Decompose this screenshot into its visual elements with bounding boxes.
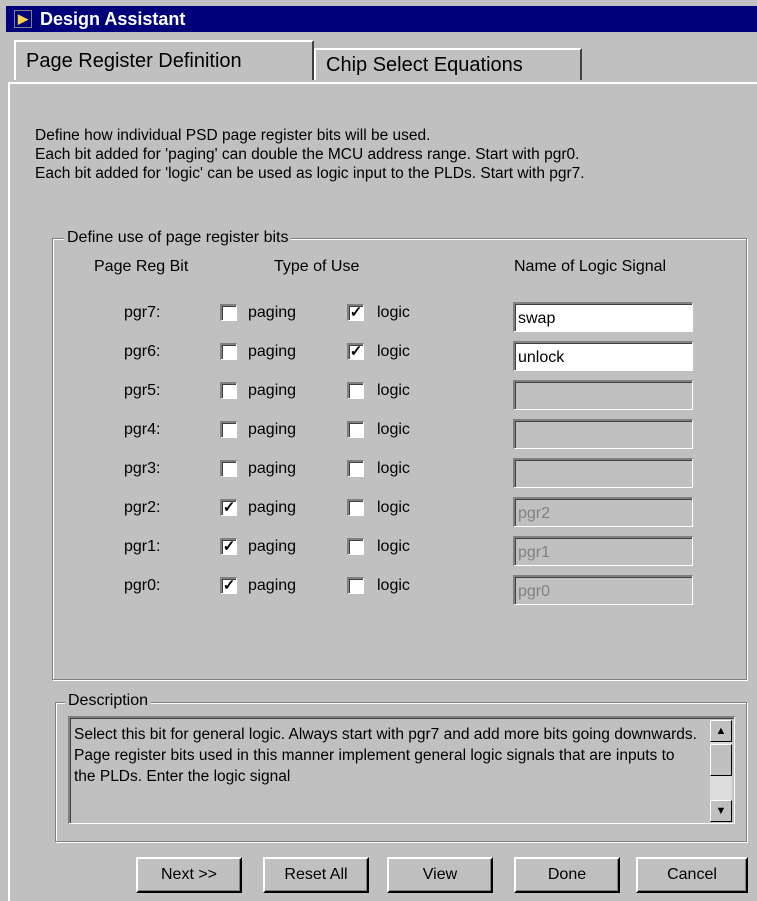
description-scrollbar[interactable]: ▲ ▼ <box>710 720 732 822</box>
bit-label: pgr4: <box>124 421 161 438</box>
bit-label: pgr6: <box>124 343 161 360</box>
bit-label: pgr7: <box>124 304 161 321</box>
bit-label: pgr2: <box>124 499 161 516</box>
intro-line: Each bit added for 'logic' can be used a… <box>35 165 585 182</box>
description-box[interactable]: Select this bit for general logic. Alway… <box>68 716 735 824</box>
tab-page-register-definition[interactable]: Page Register Definition <box>14 40 314 80</box>
view-button[interactable]: View <box>387 857 493 893</box>
bit-label: pgr3: <box>124 460 161 477</box>
design-assistant-window: ▶ Design Assistant Page Register Definit… <box>0 0 757 901</box>
paging-checkbox[interactable]: ✓ <box>220 538 237 555</box>
logic-checkbox[interactable] <box>347 499 364 516</box>
col-header-bit: Page Reg Bit <box>94 258 189 275</box>
paging-label: paging <box>248 460 297 477</box>
description-text: Select this bit for general logic. Alway… <box>74 726 697 785</box>
logic-label: logic <box>377 499 410 516</box>
paging-checkbox[interactable]: ✓ <box>220 499 237 516</box>
col-header-type: Type of Use <box>274 258 360 275</box>
intro-line: Define how individual PSD page register … <box>35 127 431 144</box>
window-title: Design Assistant <box>40 8 186 29</box>
logic-label: logic <box>377 460 410 477</box>
bit-label: pgr0: <box>124 577 161 594</box>
paging-label: paging <box>248 343 297 360</box>
paging-checkbox[interactable] <box>220 304 237 321</box>
paging-label: paging <box>248 421 297 438</box>
register-row: pgr0: ✓ paging logic pgr0 <box>0 571 757 605</box>
logic-signal-name-input[interactable] <box>513 419 693 449</box>
logic-signal-name-input[interactable]: pgr0 <box>513 575 693 605</box>
register-row: pgr6: paging ✓ logic unlock <box>0 337 757 371</box>
logic-checkbox[interactable] <box>347 382 364 399</box>
paging-checkbox[interactable] <box>220 421 237 438</box>
logic-label: logic <box>377 343 410 360</box>
logic-signal-name-input[interactable]: unlock <box>513 341 693 371</box>
register-row: pgr5: paging logic <box>0 376 757 410</box>
bit-label: pgr1: <box>124 538 161 555</box>
paging-label: paging <box>248 382 297 399</box>
register-row: pgr3: paging logic <box>0 454 757 488</box>
paging-label: paging <box>248 499 297 516</box>
group-legend: Define use of page register bits <box>64 229 292 247</box>
next-button[interactable]: Next >> <box>136 857 242 893</box>
logic-checkbox[interactable] <box>347 421 364 438</box>
logic-label: logic <box>377 421 410 438</box>
paging-checkbox[interactable] <box>220 460 237 477</box>
logic-signal-name-input[interactable] <box>513 458 693 488</box>
scroll-up-arrow-icon[interactable]: ▲ <box>710 720 732 742</box>
logic-signal-name-input[interactable]: pgr1 <box>513 536 693 566</box>
paging-label: paging <box>248 577 297 594</box>
logic-signal-name-input[interactable]: pgr2 <box>513 497 693 527</box>
app-icon[interactable]: ▶ <box>14 10 32 28</box>
logic-label: logic <box>377 304 410 321</box>
paging-label: paging <box>248 304 297 321</box>
reset-all-button[interactable]: Reset All <box>263 857 369 893</box>
register-row: pgr4: paging logic <box>0 415 757 449</box>
paging-checkbox[interactable] <box>220 382 237 399</box>
title-bar[interactable]: ▶ Design Assistant <box>6 6 757 32</box>
scroll-thumb[interactable] <box>710 744 732 776</box>
intro-text: Define how individual PSD page register … <box>35 126 585 183</box>
paging-checkbox[interactable] <box>220 343 237 360</box>
tab-chip-select-equations[interactable]: Chip Select Equations <box>314 48 582 80</box>
logic-signal-name-input[interactable] <box>513 380 693 410</box>
logic-checkbox[interactable]: ✓ <box>347 304 364 321</box>
logic-checkbox[interactable]: ✓ <box>347 343 364 360</box>
register-row: pgr2: ✓ paging logic pgr2 <box>0 493 757 527</box>
logic-signal-name-input[interactable]: swap <box>513 302 693 332</box>
col-header-name: Name of Logic Signal <box>514 258 667 275</box>
tab-label: Page Register Definition <box>26 49 242 72</box>
description-legend: Description <box>65 692 152 710</box>
register-row: pgr1: ✓ paging logic pgr1 <box>0 532 757 566</box>
bit-label: pgr5: <box>124 382 161 399</box>
cancel-button[interactable]: Cancel <box>636 857 748 893</box>
logic-label: logic <box>377 577 410 594</box>
paging-checkbox[interactable]: ✓ <box>220 577 237 594</box>
logic-checkbox[interactable] <box>347 460 364 477</box>
register-row: pgr7: paging ✓ logic swap <box>0 298 757 332</box>
logic-checkbox[interactable] <box>347 538 364 555</box>
done-button[interactable]: Done <box>514 857 620 893</box>
paging-label: paging <box>248 538 297 555</box>
intro-line: Each bit added for 'paging' can double t… <box>35 146 580 163</box>
logic-checkbox[interactable] <box>347 577 364 594</box>
scroll-down-arrow-icon[interactable]: ▼ <box>710 800 732 822</box>
tab-label: Chip Select Equations <box>326 53 523 76</box>
logic-label: logic <box>377 538 410 555</box>
logic-label: logic <box>377 382 410 399</box>
